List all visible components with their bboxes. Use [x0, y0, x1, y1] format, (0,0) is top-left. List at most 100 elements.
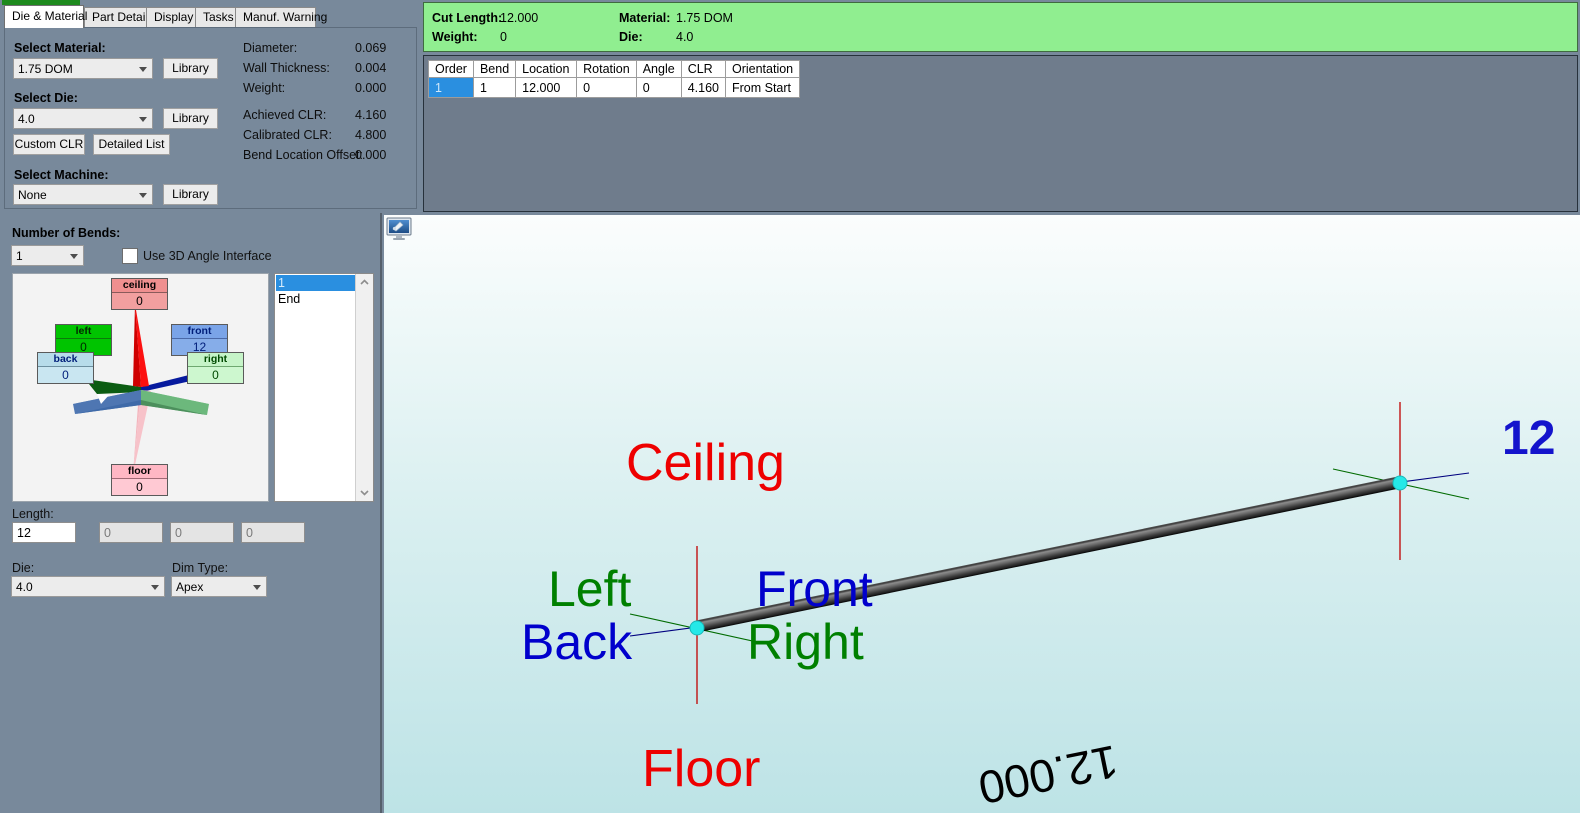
3d-viewport[interactable]: 12.000 Ceiling Floor Left Right Front Ba… [384, 215, 1580, 813]
material-select[interactable]: 1.75 DOM [13, 58, 153, 79]
star-label-floor[interactable]: floor 0 [111, 464, 168, 496]
col-rotation[interactable]: Rotation [576, 60, 637, 78]
die-and-material-panel: Select Material: 1.75 DOM Library Select… [4, 27, 417, 209]
star-label-back-name: back [53, 353, 78, 365]
col-orientation[interactable]: Orientation [724, 60, 801, 78]
tab-die-and-material[interactable]: Die & Material [4, 5, 87, 28]
col-location[interactable]: Location [515, 60, 578, 78]
number-of-bends-select[interactable]: 1 [11, 245, 84, 266]
star-label-ceiling-value: 0 [112, 292, 167, 309]
scroll-up-icon[interactable] [356, 274, 373, 291]
info-label-weight: Weight: [243, 81, 286, 95]
col-order[interactable]: Order [428, 60, 474, 78]
info-value-bend-location-offset: 0.000 [355, 148, 387, 162]
star-label-ceiling-name: ceiling [122, 279, 157, 291]
summary-weight-value: 0 [500, 30, 507, 44]
info-label-wall-thickness: Wall Thickness: [243, 61, 330, 75]
machine-select[interactable]: None [13, 184, 153, 205]
part-summary-bar: Cut Length: 12.000 Weight: 0 Material: 1… [423, 2, 1578, 52]
bend-table-panel: Order Bend Location Rotation Angle CLR O… [423, 55, 1578, 212]
star-label-right[interactable]: right 0 [187, 352, 244, 384]
cell-order[interactable]: 1 [428, 77, 474, 98]
viewport-label-ceiling: Ceiling [626, 434, 785, 492]
summary-cut-length-value: 12.000 [500, 11, 539, 25]
star-label-right-name: right [203, 353, 228, 365]
cell-bend[interactable]: 1 [472, 77, 517, 98]
dim-type-select[interactable]: Apex [171, 576, 267, 597]
machine-library-button[interactable]: Library [163, 184, 218, 205]
die-select[interactable]: 4.0 [13, 108, 153, 129]
length-label: Length: [12, 507, 54, 521]
star-label-ceiling[interactable]: ceiling 0 [111, 278, 168, 310]
tab-tasks[interactable]: Tasks [195, 7, 236, 27]
info-label-bend-location-offset: Bend Location Offset: [243, 148, 363, 162]
table-row[interactable]: 1 1 12.000 0 0 4.160 From Start [428, 77, 801, 98]
tube-dimension-text: 12.000 [974, 735, 1122, 813]
select-material-label: Select Material: [14, 41, 106, 55]
list-item[interactable]: 1 [276, 275, 355, 291]
3d-scene-graphic: 12.000 [629, 402, 1470, 813]
viewport-label-back: Back [521, 614, 633, 670]
custom-clr-button[interactable]: Custom CLR [13, 134, 85, 155]
cell-rotation[interactable]: 0 [576, 77, 637, 98]
star-label-floor-name: floor [127, 465, 152, 477]
bend-die-select[interactable]: 4.0 [11, 576, 165, 597]
col-clr[interactable]: CLR [680, 60, 726, 78]
number-of-bends-label: Number of Bends: [12, 226, 121, 240]
main-tab-strip: Die & Material Part Details Display Task… [0, 5, 420, 28]
summary-cut-length-label: Cut Length: [432, 11, 503, 25]
bends-panel: Number of Bends: 1 Use 3D Angle Interfac… [0, 213, 382, 813]
viewport-label-front: Front [756, 561, 873, 617]
length-input-1[interactable] [12, 522, 76, 543]
viewport-label-left: Left [548, 561, 632, 617]
info-value-wall-thickness: 0.004 [355, 61, 387, 75]
application-window: Die & Material Part Details Display Task… [0, 0, 1580, 813]
detailed-list-button[interactable]: Detailed List [93, 134, 170, 155]
star-label-right-value: 0 [188, 366, 243, 383]
tab-manuf-warning[interactable]: Manuf. Warning [235, 7, 327, 27]
star-label-front-name: front [187, 325, 212, 337]
star-label-back[interactable]: back 0 [37, 352, 94, 384]
summary-material-value: 1.75 DOM [676, 11, 733, 25]
info-value-achieved-clr: 4.160 [355, 108, 387, 122]
tab-part-details[interactable]: Part Details [84, 7, 154, 27]
info-label-diameter: Diameter: [243, 41, 298, 55]
tab-display[interactable]: Display [146, 7, 196, 27]
star-label-back-value: 0 [38, 366, 93, 383]
viewport-label-right: Right [747, 614, 864, 670]
use-3d-angle-label: Use 3D Angle Interface [143, 249, 272, 263]
cell-angle[interactable]: 0 [635, 77, 682, 98]
bend-die-label: Die: [12, 561, 35, 575]
star-label-floor-value: 0 [112, 478, 167, 495]
length-input-3[interactable] [170, 522, 234, 543]
use-3d-angle-checkbox[interactable] [122, 248, 138, 264]
select-die-label: Select Die: [14, 91, 78, 105]
summary-die-value: 4.0 [676, 30, 694, 44]
cell-orientation[interactable]: From Start [724, 77, 801, 98]
length-input-4[interactable] [241, 522, 305, 543]
dim-type-label: Dim Type: [172, 561, 229, 575]
bend-list-scrollbar[interactable] [355, 274, 373, 501]
cell-clr[interactable]: 4.160 [680, 77, 726, 98]
bend-table: Order Bend Location Rotation Angle CLR O… [428, 60, 801, 98]
info-label-achieved-clr: Achieved CLR: [243, 108, 327, 122]
viewport-segment-length: 12 [1502, 412, 1556, 465]
summary-material-label: Material: [619, 11, 671, 25]
scroll-down-icon[interactable] [356, 484, 373, 501]
summary-die-label: Die: [619, 30, 643, 44]
select-machine-label: Select Machine: [14, 168, 109, 182]
col-angle[interactable]: Angle [635, 60, 682, 78]
summary-weight-label: Weight: [432, 30, 478, 44]
cell-location[interactable]: 12.000 [515, 77, 578, 98]
material-library-button[interactable]: Library [163, 58, 218, 79]
list-item[interactable]: End [276, 291, 355, 307]
star-label-left-name: left [75, 325, 92, 337]
die-library-button[interactable]: Library [163, 108, 218, 129]
length-input-2[interactable] [99, 522, 163, 543]
info-value-calibrated-clr: 4.800 [355, 128, 387, 142]
info-label-calibrated-clr: Calibrated CLR: [243, 128, 332, 142]
viewport-label-floor: Floor [642, 740, 761, 798]
bend-list-box[interactable]: 1 End [274, 273, 374, 502]
angle-star-widget[interactable]: ceiling 0 floor 0 left 0 back 0 front 12 [12, 273, 269, 502]
col-bend[interactable]: Bend [472, 60, 517, 78]
